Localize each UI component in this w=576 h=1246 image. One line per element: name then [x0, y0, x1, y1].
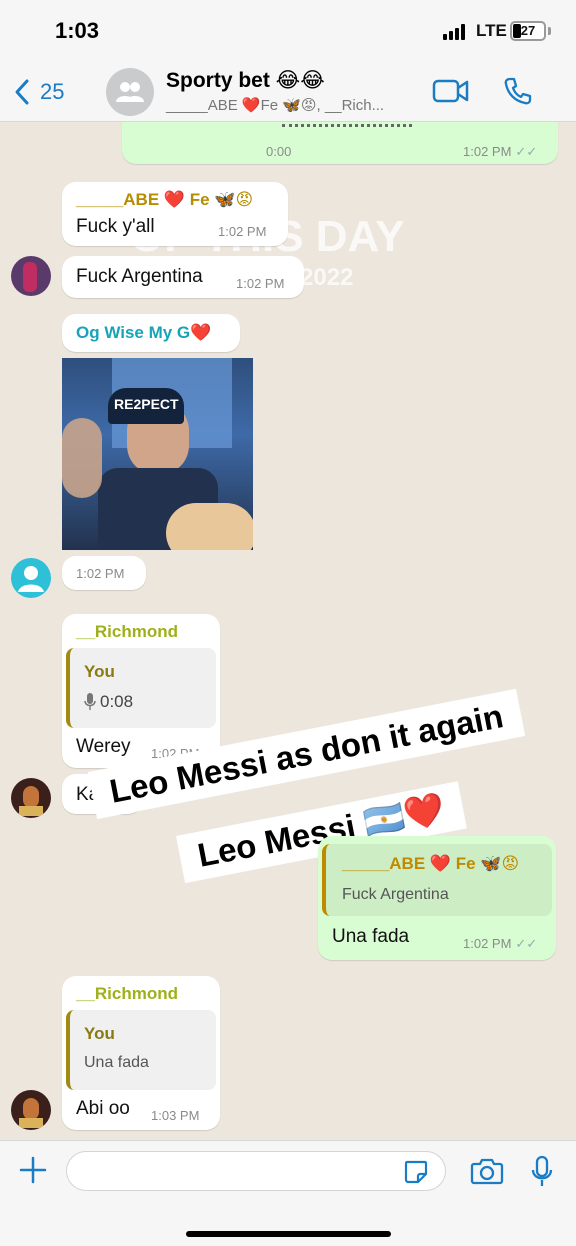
home-indicator: [186, 1231, 391, 1237]
message-text: Werey: [76, 736, 131, 757]
back-chevron-icon: [15, 79, 29, 105]
message-time: 1:02 PM: [76, 566, 125, 581]
chat-members: _____ABE ❤️Fe 🦋😡, __Rich...: [166, 97, 385, 114]
avatar[interactable]: [11, 256, 51, 296]
time-bubble[interactable]: 1:02 PM: [62, 556, 146, 590]
message-time: 1:03 PM: [151, 1108, 200, 1123]
quoted-message[interactable]: You Una fada: [66, 1010, 216, 1090]
unread-count: 25: [40, 79, 65, 104]
video-call-icon[interactable]: [432, 78, 470, 109]
message-time: 1:02 PM: [218, 224, 267, 239]
message-text: Fuck y'all: [76, 216, 155, 237]
chat-header: 25 Sporty bet 😂😂 _____ABE ❤️Fe 🦋😡, __Ric…: [0, 62, 576, 122]
image-message[interactable]: RE2PECT: [62, 358, 253, 550]
quote-voice-duration: 0:08: [100, 692, 134, 711]
message-bubble[interactable]: Fuck Argentina 1:02 PM: [62, 256, 304, 298]
quote-author: You: [84, 1024, 115, 1043]
sender-name: Og Wise My G❤️: [76, 323, 212, 342]
mic-icon[interactable]: [530, 1155, 554, 1194]
battery-icon: 27: [510, 21, 546, 41]
message-bubble-outgoing[interactable]: _____ABE ❤️ Fe 🦋😡 Fuck Argentina Una fad…: [318, 836, 556, 960]
status-time: 1:03: [55, 18, 100, 43]
message-time-text: 1:02 PM: [463, 144, 512, 159]
sender-name: _____ABE ❤️ Fe 🦋😡: [76, 190, 254, 209]
input-bar: [0, 1140, 576, 1246]
sender-name: __Richmond: [76, 984, 179, 1003]
image-cap-text: RE2PECT: [114, 396, 179, 412]
plus-icon[interactable]: [18, 1155, 48, 1190]
message-text: Fuck Argentina: [76, 266, 203, 287]
message-text: Abi oo: [76, 1098, 130, 1119]
mic-icon: [84, 693, 96, 710]
avatar[interactable]: [11, 1090, 51, 1130]
battery-level: 27: [520, 23, 536, 38]
voice-message-bubble[interactable]: 0:00 1:02 PM ✓✓: [122, 122, 558, 164]
message-time: 1:02 PM: [236, 276, 285, 291]
signal-icon: [443, 24, 467, 40]
phone-call-icon[interactable]: [503, 76, 533, 111]
message-bubble[interactable]: __Richmond You Una fada Abi oo 1:03 PM: [62, 976, 220, 1130]
voice-duration: 0:00: [266, 144, 292, 159]
quote-author: _____ABE ❤️ Fe 🦋😡: [342, 854, 520, 873]
sender-name: __Richmond: [76, 622, 179, 641]
message-input[interactable]: [66, 1151, 446, 1191]
back-button[interactable]: 25: [14, 72, 64, 112]
message-time: 1:02 PM ✓✓: [463, 936, 538, 951]
avatar[interactable]: [11, 558, 51, 598]
avatar[interactable]: [11, 778, 51, 818]
camera-icon[interactable]: [470, 1157, 504, 1190]
message-time-text: 1:02 PM: [463, 936, 512, 951]
status-bar: 1:03 LTE 27: [0, 0, 576, 62]
message-bubble[interactable]: __Richmond You 0:08 Werey 1:02 PM: [62, 614, 220, 768]
chat-title[interactable]: Sporty bet 😂😂: [166, 68, 325, 93]
quoted-message[interactable]: _____ABE ❤️ Fe 🦋😡 Fuck Argentina: [322, 844, 552, 916]
message-time: 1:02 PM ✓✓: [463, 144, 538, 159]
sticker-icon[interactable]: [403, 1159, 429, 1190]
quote-author: You: [84, 662, 115, 681]
quote-text: Fuck Argentina: [342, 886, 449, 903]
sender-bubble[interactable]: Og Wise My G❤️: [62, 314, 240, 352]
group-avatar-icon[interactable]: [106, 68, 154, 116]
quoted-message[interactable]: You 0:08: [66, 648, 216, 728]
chat-area[interactable]: OF THIS DAY 2022 0:00 1:02 PM✓✓ _____ABE…: [0, 122, 576, 1140]
watermark-year: 2022: [300, 264, 354, 291]
message-text: Una fada: [332, 926, 410, 947]
network-type: LTE: [476, 21, 507, 40]
message-bubble[interactable]: _____ABE ❤️ Fe 🦋😡 Fuck y'all 1:02 PM: [62, 182, 288, 246]
quote-text: Una fada: [84, 1054, 149, 1071]
